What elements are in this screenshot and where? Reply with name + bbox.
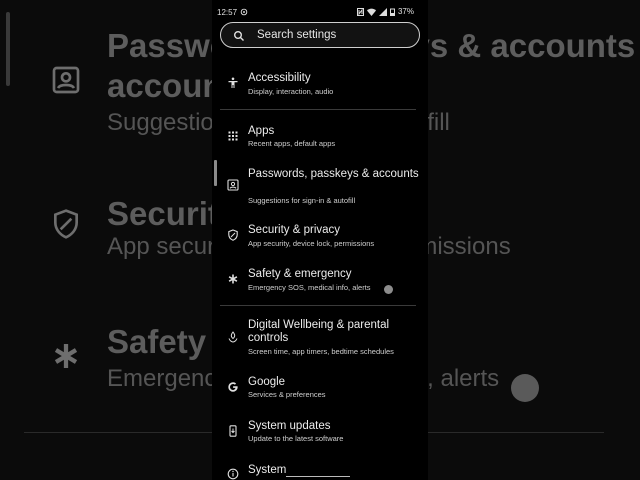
item-title: Apps <box>248 125 275 137</box>
item-title: System updates <box>248 420 331 432</box>
settings-item-system-updates[interactable]: System updates Update to the latest soft… <box>212 418 428 450</box>
wellbeing-icon <box>228 331 238 343</box>
focus-indicator <box>214 160 217 186</box>
settings-item-digital-wellbeing[interactable]: Digital Wellbeing & parental controls Sc… <box>212 318 428 360</box>
item-subtitle: Suggestions for sign-in & autofill <box>248 196 356 205</box>
settings-item-system[interactable]: System <box>212 462 428 480</box>
settings-item-accessibility[interactable]: Accessibility Display, interaction, audi… <box>212 68 428 100</box>
text-underline <box>286 476 350 477</box>
system-update-icon <box>229 425 237 437</box>
account-box-icon <box>52 66 80 94</box>
item-title: Accessibility <box>248 72 311 84</box>
nfc-icon <box>356 7 364 16</box>
settings-item-safety[interactable]: Safety & emergency Emergency SOS, medica… <box>212 266 428 298</box>
search-placeholder: Search settings <box>257 29 337 41</box>
touch-indicator <box>384 285 393 294</box>
status-bar: 12:57 37% <box>212 0 428 22</box>
shield-icon <box>228 229 238 241</box>
google-icon <box>228 382 238 392</box>
battery-percent: 37% <box>397 7 414 16</box>
item-title: Security & privacy <box>248 224 341 236</box>
item-title: Safety & emergency <box>248 268 352 280</box>
settings-item-security[interactable]: Security & privacy App security, device … <box>212 222 428 254</box>
status-time: 12:57 <box>217 8 238 17</box>
search-bar[interactable]: Search settings <box>220 22 420 48</box>
item-subtitle: Emergency SOS, medical info, alerts <box>248 283 371 292</box>
item-subtitle: Recent apps, default apps <box>248 139 336 148</box>
item-subtitle: Display, interaction, audio <box>248 87 334 96</box>
background-scrollbar <box>6 12 10 86</box>
item-title: Digital Wellbeing & parental controls <box>248 319 390 344</box>
item-subtitle: Update to the latest software <box>248 434 344 443</box>
settings-item-passwords[interactable]: Passwords, passkeys & accounts Suggestio… <box>212 166 428 208</box>
section-divider <box>220 305 416 306</box>
apps-grid-icon <box>228 131 238 141</box>
background-touch-indicator <box>511 374 539 402</box>
item-subtitle: Screen time, app timers, bedtime schedul… <box>248 347 394 356</box>
sync-icon <box>240 8 248 16</box>
item-subtitle: App security, device lock, permissions <box>248 239 375 248</box>
accessibility-icon <box>228 77 238 88</box>
item-subtitle: Services & preferences <box>248 390 326 399</box>
asterisk-icon <box>54 344 78 368</box>
battery-icon <box>389 8 395 16</box>
section-divider <box>220 109 416 110</box>
wifi-icon <box>366 8 376 16</box>
item-title: Google <box>248 376 286 388</box>
settings-item-google[interactable]: Google Services & preferences <box>212 374 428 406</box>
item-title: Passwords, passkeys & accounts <box>248 168 419 180</box>
asterisk-icon <box>228 274 238 284</box>
settings-screen: 12:57 37% Search settings Accessibility … <box>212 0 428 480</box>
account-box-icon <box>227 179 239 191</box>
search-icon <box>234 31 244 41</box>
settings-item-apps[interactable]: Apps Recent apps, default apps <box>212 121 428 153</box>
status-icons: 37% <box>356 7 414 16</box>
shield-icon <box>54 209 78 239</box>
signal-icon <box>378 7 387 16</box>
info-icon <box>227 468 239 480</box>
